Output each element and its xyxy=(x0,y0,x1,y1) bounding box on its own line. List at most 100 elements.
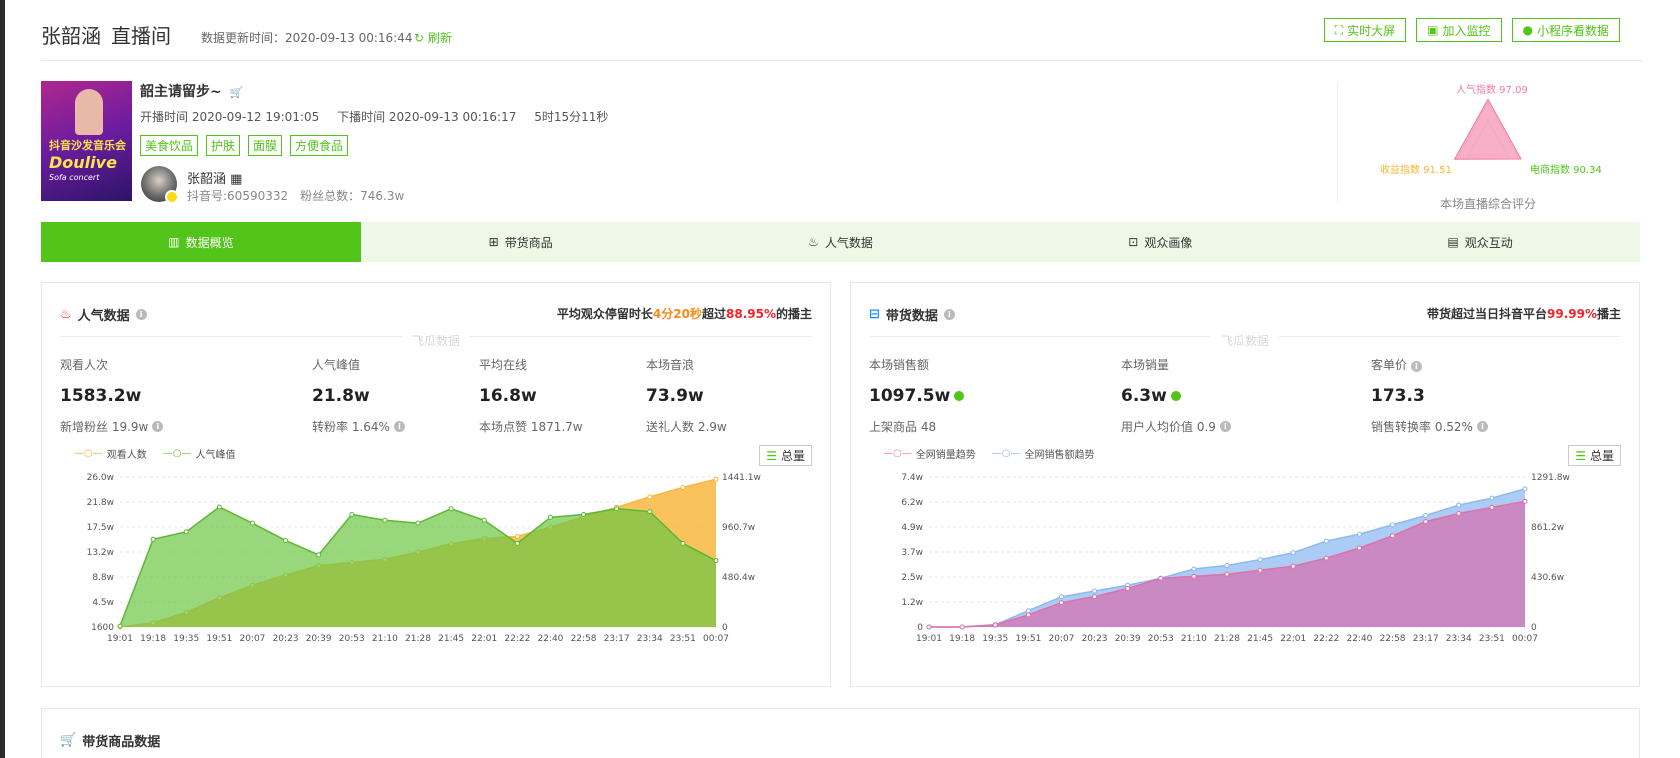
add-monitor-button[interactable]: ▣ 加入监控 xyxy=(1416,18,1502,42)
data-point[interactable] xyxy=(316,552,322,558)
legend-peak[interactable]: —○— 人气峰值 xyxy=(163,446,236,461)
data-point[interactable] xyxy=(1323,555,1329,561)
x-tick-label: 19:35 xyxy=(173,634,199,644)
data-point[interactable] xyxy=(959,624,965,630)
info-icon[interactable]: i xyxy=(135,309,147,320)
avatar[interactable] xyxy=(141,166,179,204)
tab-popularity[interactable]: ♨ 人气数据 xyxy=(681,222,1001,262)
data-point[interactable] xyxy=(1423,519,1429,525)
data-point[interactable] xyxy=(1257,557,1263,563)
data-point[interactable] xyxy=(1356,531,1362,537)
data-point[interactable] xyxy=(1489,495,1495,501)
data-point[interactable] xyxy=(926,624,932,630)
data-point[interactable] xyxy=(514,533,520,539)
data-point[interactable] xyxy=(1125,585,1131,591)
data-point[interactable] xyxy=(1025,608,1031,614)
data-point[interactable] xyxy=(481,517,487,523)
data-point[interactable] xyxy=(1058,594,1064,600)
stat-sub-text: 销售转换率 0.52% xyxy=(1371,420,1473,434)
data-point[interactable] xyxy=(1092,588,1098,594)
watermark-text: 飞瓜数据 xyxy=(401,334,470,348)
data-point[interactable] xyxy=(349,512,355,517)
stat-value: 16.8w xyxy=(479,386,583,406)
sales-chart: 0 1.2w 2.5w 3.7w 4.9w 6.2w 7.4w 0 430.6w 861.2w 12… xyxy=(901,473,1570,644)
live-cover-image[interactable]: 抖音沙发音乐会 Doulive Sofa concert xyxy=(41,81,132,201)
data-point[interactable] xyxy=(1323,538,1329,544)
data-point[interactable] xyxy=(1058,600,1064,606)
data-point[interactable] xyxy=(1224,562,1230,568)
tab-products[interactable]: ⊞ 带货商品 xyxy=(361,222,681,262)
anchor-name[interactable]: 张韶涵 ▦ xyxy=(187,168,242,187)
data-point[interactable] xyxy=(117,623,123,629)
legend-views[interactable]: —○— 观看人数 xyxy=(74,446,147,461)
total-label: 总量 xyxy=(1589,449,1614,463)
data-point[interactable] xyxy=(1224,571,1230,577)
data-point[interactable] xyxy=(1489,504,1495,510)
data-point[interactable] xyxy=(680,485,686,491)
data-point[interactable] xyxy=(1092,594,1098,600)
data-point[interactable] xyxy=(249,520,255,526)
tab-interaction[interactable]: ▤ 观众互动 xyxy=(1320,222,1640,262)
legend-sales-volume[interactable]: —○— 全网销量趋势 xyxy=(883,446,976,461)
data-point[interactable] xyxy=(1290,550,1296,556)
data-point[interactable] xyxy=(1423,513,1429,519)
info-icon[interactable]: i xyxy=(1219,421,1231,432)
tag-mask[interactable]: 面膜 xyxy=(248,135,283,156)
data-point[interactable] xyxy=(150,536,156,542)
total-toggle-button[interactable]: ☰ 总量 xyxy=(1568,445,1621,466)
data-point[interactable] xyxy=(1158,575,1164,581)
info-icon[interactable]: i xyxy=(152,421,164,432)
data-point[interactable] xyxy=(1522,486,1528,492)
mini-program-button[interactable]: ● 小程序看数据 xyxy=(1511,18,1620,42)
data-point[interactable] xyxy=(1290,563,1296,569)
data-point[interactable] xyxy=(614,506,620,512)
bar-chart-icon: ▥ xyxy=(168,235,180,249)
data-point[interactable] xyxy=(713,476,719,482)
data-point[interactable] xyxy=(1456,510,1462,516)
info-icon[interactable]: i xyxy=(943,309,955,320)
info-icon[interactable]: i xyxy=(1476,421,1488,432)
total-toggle-button[interactable]: ☰ 总量 xyxy=(759,445,812,466)
data-point[interactable] xyxy=(1025,612,1031,618)
tag-skincare[interactable]: 护肤 xyxy=(206,135,241,156)
stat-label: 人气峰值 xyxy=(312,358,361,372)
data-point[interactable] xyxy=(1191,573,1197,579)
data-point[interactable] xyxy=(448,506,454,512)
data-point[interactable] xyxy=(713,558,719,564)
data-point[interactable] xyxy=(216,504,222,510)
data-point[interactable] xyxy=(581,512,587,517)
info-icon[interactable]: i xyxy=(1410,361,1422,372)
data-point[interactable] xyxy=(1522,498,1528,504)
y-tick-label: 13.2w xyxy=(87,548,114,558)
realtime-screen-button[interactable]: ⛶ 实时大屏 xyxy=(1323,18,1407,42)
data-point[interactable] xyxy=(1456,502,1462,508)
data-point[interactable] xyxy=(1390,522,1396,528)
tag-instant-food[interactable]: 方便食品 xyxy=(290,135,349,156)
refresh-button[interactable]: ↻ 刷新 xyxy=(414,29,452,46)
data-point[interactable] xyxy=(992,622,998,628)
data-point[interactable] xyxy=(680,540,686,546)
data-point[interactable] xyxy=(647,494,653,500)
data-point[interactable] xyxy=(1191,566,1197,572)
data-point[interactable] xyxy=(1390,533,1396,539)
data-point[interactable] xyxy=(647,509,653,515)
data-point[interactable] xyxy=(183,529,189,535)
legend-label: 全网销售额趋势 xyxy=(1024,450,1095,461)
data-point[interactable] xyxy=(1356,545,1362,551)
data-point[interactable] xyxy=(382,517,388,523)
data-point[interactable] xyxy=(547,514,553,520)
qrcode-icon[interactable]: ▦ xyxy=(230,172,242,187)
watermark-text: 飞瓜数据 xyxy=(1210,334,1279,348)
tag-food[interactable]: 美食饮品 xyxy=(140,135,199,156)
data-point[interactable] xyxy=(415,520,421,526)
legend-sales-amount[interactable]: —○— 全网销售额趋势 xyxy=(992,446,1095,461)
data-point[interactable] xyxy=(1257,567,1263,573)
data-point[interactable] xyxy=(283,537,289,543)
stat-label-text: 客单价 xyxy=(1371,358,1408,372)
data-point[interactable] xyxy=(514,540,520,546)
info-icon[interactable]: i xyxy=(393,421,405,432)
mini-program-label: 小程序看数据 xyxy=(1536,23,1609,38)
tab-overview[interactable]: ▥ 数据概览 xyxy=(41,222,361,262)
y-tick-label: 7.4w xyxy=(901,473,923,483)
tab-audience[interactable]: ⊡ 观众画像 xyxy=(1000,222,1320,262)
